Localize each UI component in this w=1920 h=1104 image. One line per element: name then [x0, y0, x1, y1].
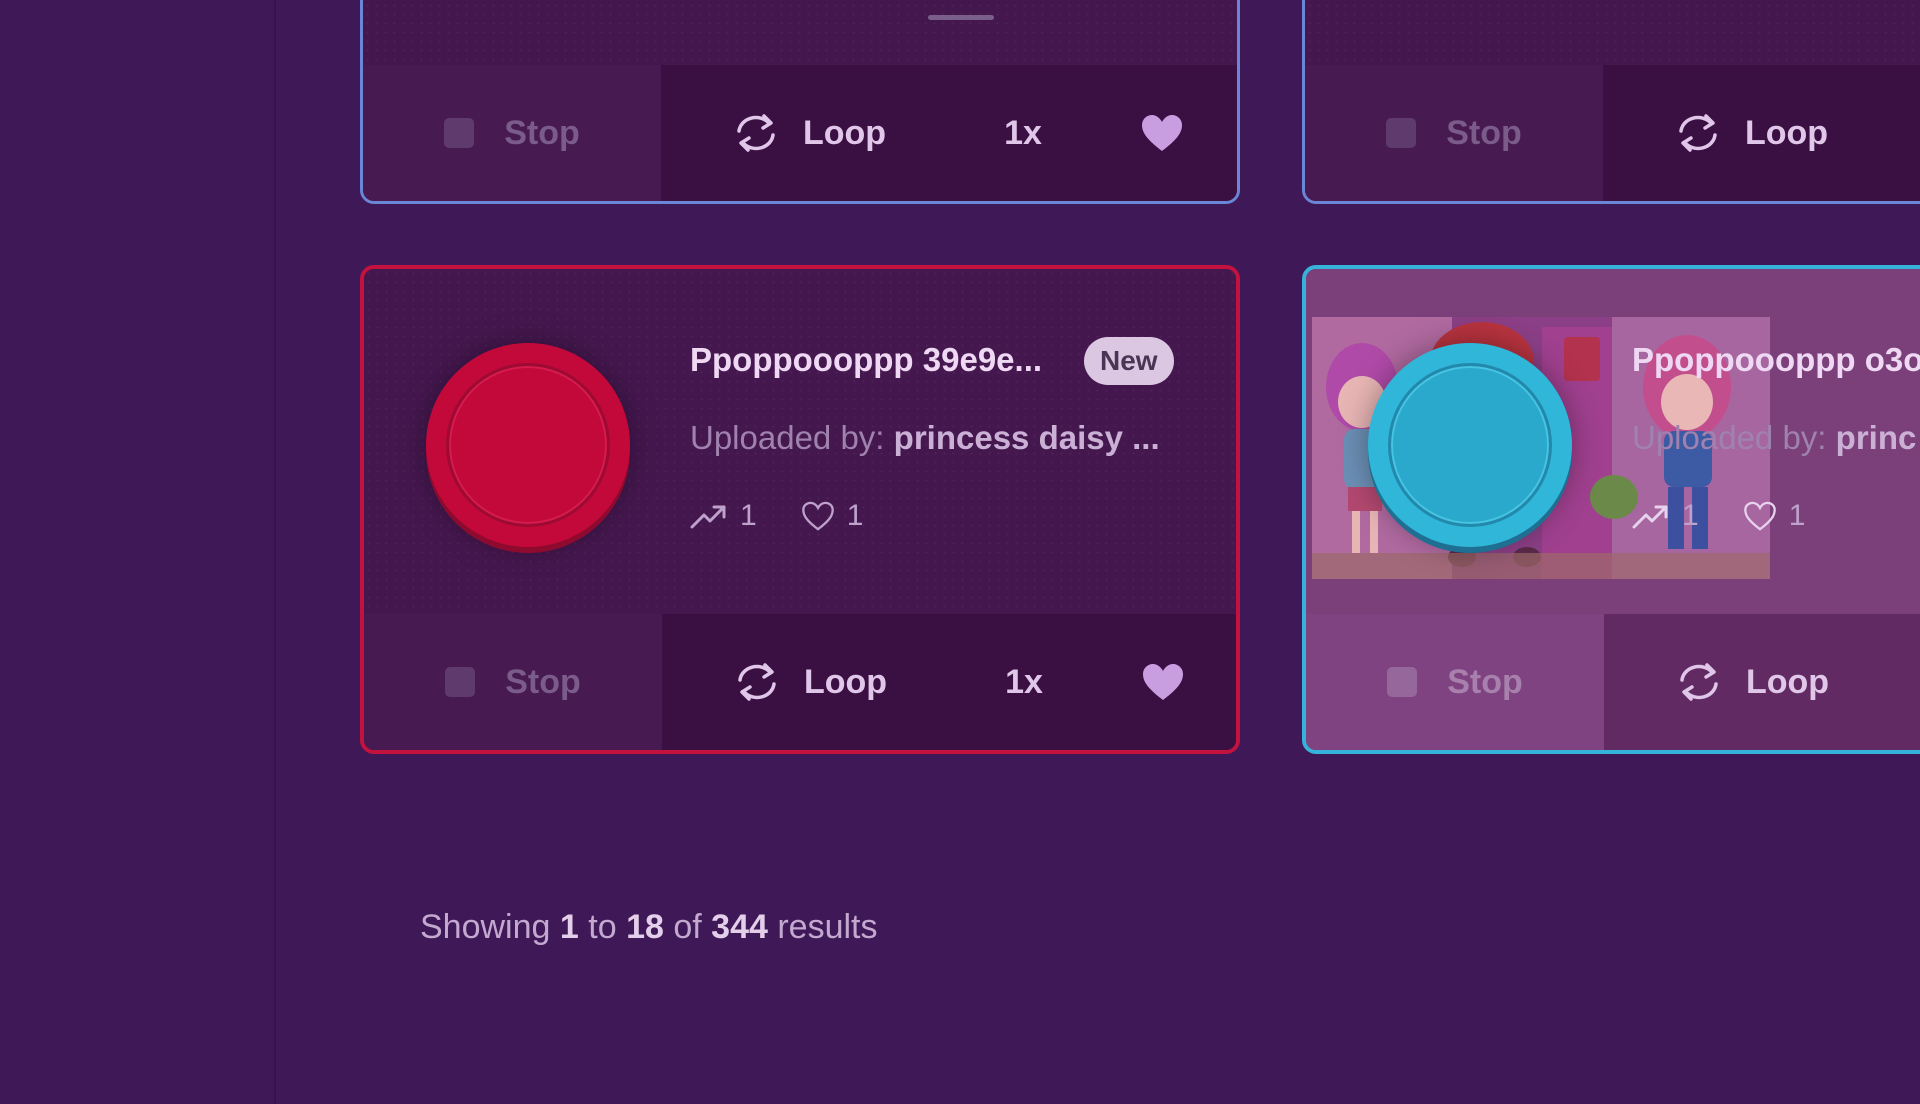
sound-card[interactable]: Ppoppoooppp o3o Uploaded by: princ 1 1 S…: [1302, 265, 1920, 754]
speed-button[interactable]: 1x: [1005, 663, 1043, 702]
card-stats: 1 1: [1632, 499, 1849, 533]
drag-handle[interactable]: [928, 15, 994, 20]
stop-icon: [1386, 118, 1417, 148]
card-controls: Stop Loop 1x: [363, 65, 1237, 201]
trending-icon: [1632, 505, 1668, 529]
likes-stat: 1: [1743, 499, 1805, 533]
card-stats: 1 1: [690, 499, 907, 533]
uploader-name[interactable]: princ: [1836, 419, 1917, 456]
loop-icon: [1680, 663, 1718, 701]
sidebar: [0, 0, 276, 1104]
page: Stop Loop 1x Stop Loop Ppoppoooppp 39e9e…: [0, 0, 1920, 1104]
heart-outline-icon: [801, 501, 834, 531]
likes-stat: 1: [801, 499, 863, 533]
heart-icon[interactable]: [1141, 662, 1185, 702]
sound-card[interactable]: Stop Loop: [1302, 0, 1920, 204]
loop-button[interactable]: Loop: [732, 660, 887, 704]
speed-button[interactable]: 1x: [1004, 114, 1042, 153]
heart-icon[interactable]: [1140, 113, 1184, 153]
loop-button[interactable]: Loop: [731, 111, 886, 155]
heart-outline-icon: [1743, 501, 1776, 531]
uploader-name[interactable]: princess daisy ...: [894, 419, 1160, 456]
trending-icon: [690, 505, 726, 529]
card-controls: Stop Loop: [1305, 65, 1920, 201]
stop-icon: [1387, 667, 1418, 697]
new-badge: New: [1084, 337, 1174, 385]
play-sound-button[interactable]: [1368, 343, 1572, 547]
sound-card[interactable]: Stop Loop 1x: [360, 0, 1240, 204]
stop-icon: [444, 118, 475, 148]
loop-icon: [738, 663, 776, 701]
loop-icon: [737, 114, 775, 152]
trend-stat: 1: [1632, 499, 1699, 533]
loop-button[interactable]: Loop: [1674, 660, 1829, 704]
sound-title[interactable]: Ppoppoooppp o3o: [1632, 341, 1920, 379]
trend-stat: 1: [690, 499, 757, 533]
sound-title[interactable]: Ppoppoooppp 39e9e...: [690, 341, 1042, 379]
stop-icon: [445, 667, 476, 697]
stop-button[interactable]: Stop: [1305, 65, 1603, 201]
pagination-summary: Showing 1 to 18 of 344 results: [420, 908, 878, 946]
card-controls: Stop Loop 1x: [364, 614, 1236, 750]
card-controls: Stop Loop: [1306, 614, 1920, 750]
stop-button[interactable]: Stop: [1306, 614, 1604, 750]
stop-button[interactable]: Stop: [364, 614, 662, 750]
play-sound-button[interactable]: [426, 343, 630, 547]
sound-card[interactable]: Ppoppoooppp 39e9e... New Uploaded by: pr…: [360, 265, 1240, 754]
loop-icon: [1679, 114, 1717, 152]
stop-button[interactable]: Stop: [363, 65, 661, 201]
loop-button[interactable]: Loop: [1673, 111, 1828, 155]
uploader-line: Uploaded by: princess daisy ...: [690, 419, 1160, 456]
uploader-line: Uploaded by: princ: [1632, 419, 1917, 456]
